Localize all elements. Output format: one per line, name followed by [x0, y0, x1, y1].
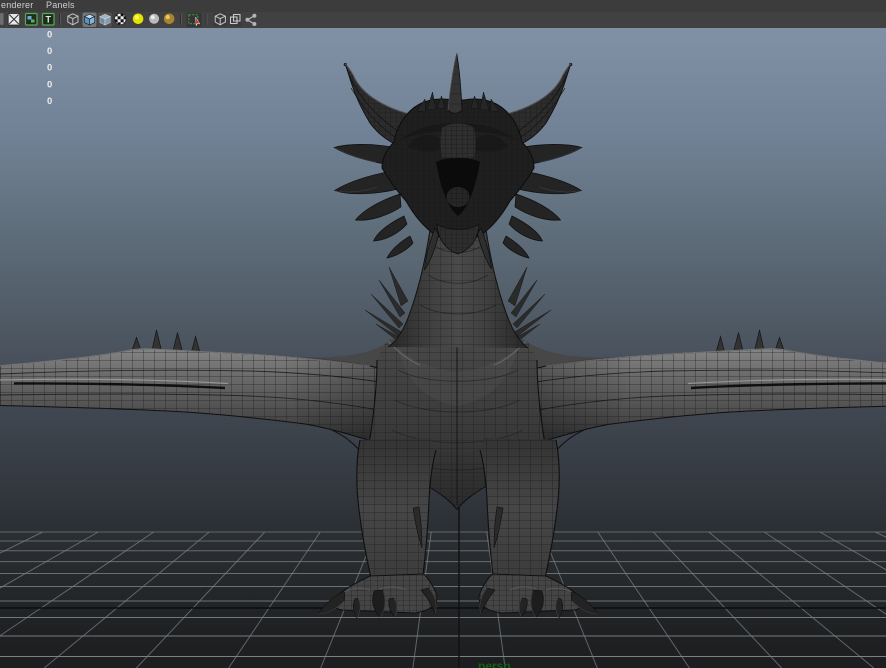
svg-text:0: 0 — [47, 79, 52, 90]
svg-text:0: 0 — [47, 30, 52, 41]
svg-text:0: 0 — [47, 63, 52, 74]
svg-text:0: 0 — [47, 96, 52, 107]
svg-text:0: 0 — [47, 46, 52, 57]
svg-text:persp: persp — [478, 659, 511, 668]
